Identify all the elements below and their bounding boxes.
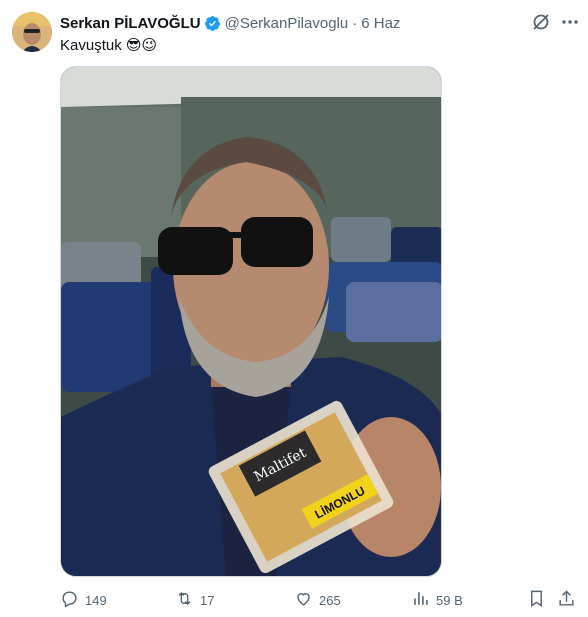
author-name[interactable]: Serkan PİLAVOĞLU: [60, 15, 201, 32]
author-handle[interactable]: @SerkanPilavoglu: [225, 15, 349, 32]
share-button[interactable]: [557, 588, 582, 612]
views-count: 59 B: [436, 592, 463, 608]
like-icon: [294, 589, 319, 611]
like-button[interactable]: 265: [294, 588, 341, 612]
grok-icon[interactable]: [531, 12, 551, 32]
tweet-photo[interactable]: Maltifet LİMONLU: [60, 66, 442, 577]
bookmark-icon: [527, 589, 552, 611]
separator-dot: ·: [352, 14, 358, 32]
reply-count: 149: [85, 592, 107, 608]
tweet-timestamp[interactable]: 6 Haz: [361, 15, 400, 32]
reply-button[interactable]: 149: [60, 588, 107, 612]
tweet-actions: 149 17 265 59 B: [60, 588, 580, 612]
views-icon: [411, 589, 436, 611]
like-count: 265: [319, 592, 341, 608]
retweet-icon: [175, 589, 200, 611]
author-avatar[interactable]: [12, 12, 52, 52]
verified-badge-icon: [204, 15, 221, 32]
bookmark-button[interactable]: [527, 588, 552, 612]
tweet-text: Kavuştuk 😎😉: [60, 37, 158, 54]
views-button[interactable]: 59 B: [411, 588, 463, 612]
retweet-button[interactable]: 17: [175, 588, 214, 612]
reply-icon: [60, 589, 85, 611]
more-icon[interactable]: [560, 12, 580, 32]
retweet-count: 17: [200, 592, 215, 608]
tweet-header: Serkan PİLAVOĞLU @SerkanPilavoglu · 6 Ha…: [60, 13, 400, 33]
share-icon: [557, 589, 582, 611]
